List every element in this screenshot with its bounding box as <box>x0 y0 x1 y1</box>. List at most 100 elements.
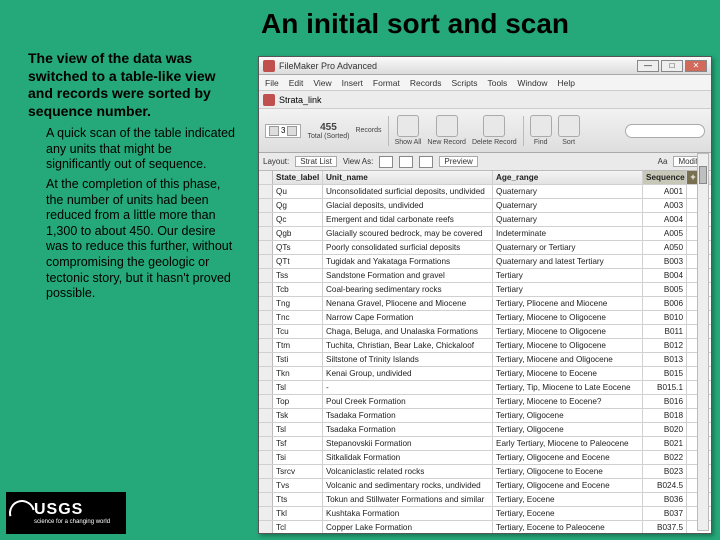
cell-sequence[interactable]: B006 <box>643 297 687 310</box>
table-row[interactable]: TslTsadaka FormationTertiary, OligoceneB… <box>259 423 711 437</box>
cell-age[interactable]: Tertiary, Oligocene and Eocene <box>493 479 643 492</box>
cell-age[interactable]: Tertiary, Miocene to Oligocene <box>493 339 643 352</box>
cell-age[interactable]: Tertiary <box>493 283 643 296</box>
cell-unit[interactable]: Kushtaka Formation <box>323 507 493 520</box>
table-row[interactable]: QgGlacial deposits, undividedQuaternaryA… <box>259 199 711 213</box>
view-list-button[interactable] <box>399 156 413 168</box>
document-tab[interactable]: Strata_link <box>279 95 322 105</box>
table-row[interactable]: TtsTokun and Stillwater Formations and s… <box>259 493 711 507</box>
cell-age[interactable]: Quaternary or Tertiary <box>493 241 643 254</box>
row-handle[interactable] <box>259 325 273 338</box>
text-toggle[interactable]: Aa <box>658 157 668 166</box>
cell-sequence[interactable]: B036 <box>643 493 687 506</box>
cell-unit[interactable]: Volcaniclastic related rocks <box>323 465 493 478</box>
cell-unit[interactable]: Volcanic and sedimentary rocks, undivide… <box>323 479 493 492</box>
cell-sequence[interactable]: A005 <box>643 227 687 240</box>
table-row[interactable]: QcEmergent and tidal carbonate reefsQuat… <box>259 213 711 227</box>
cell-unit[interactable]: Tuchita, Christian, Bear Lake, Chickaloo… <box>323 339 493 352</box>
cell-state[interactable]: Tsrcv <box>273 465 323 478</box>
row-handle[interactable] <box>259 437 273 450</box>
cell-state[interactable]: Ttm <box>273 339 323 352</box>
row-handle[interactable] <box>259 465 273 478</box>
menu-window[interactable]: Window <box>517 78 547 88</box>
vertical-scrollbar[interactable] <box>697 153 709 531</box>
cell-sequence[interactable]: B023 <box>643 465 687 478</box>
cell-state[interactable]: Qg <box>273 199 323 212</box>
table-row[interactable]: QgbGlacially scoured bedrock, may be cov… <box>259 227 711 241</box>
close-button[interactable]: ✕ <box>685 60 707 72</box>
cell-state[interactable]: Qu <box>273 185 323 198</box>
cell-unit[interactable]: Poul Creek Formation <box>323 395 493 408</box>
cell-age[interactable]: Quaternary <box>493 213 643 226</box>
scrollbar-thumb[interactable] <box>699 166 707 184</box>
cell-unit[interactable]: Kenai Group, undivided <box>323 367 493 380</box>
row-handle[interactable] <box>259 311 273 324</box>
cell-state[interactable]: Qgb <box>273 227 323 240</box>
table-row[interactable]: TvsVolcanic and sedimentary rocks, undiv… <box>259 479 711 493</box>
row-handle[interactable] <box>259 381 273 394</box>
table-row[interactable]: TknKenai Group, undividedTertiary, Mioce… <box>259 367 711 381</box>
cell-state[interactable]: Tcu <box>273 325 323 338</box>
row-handle[interactable] <box>259 409 273 422</box>
row-handle[interactable] <box>259 493 273 506</box>
cell-sequence[interactable]: B004 <box>643 269 687 282</box>
table-row[interactable]: TcbCoal-bearing sedimentary rocksTertiar… <box>259 283 711 297</box>
cell-age[interactable]: Tertiary, Eocene <box>493 493 643 506</box>
row-handle[interactable] <box>259 507 273 520</box>
cell-sequence[interactable]: B012 <box>643 339 687 352</box>
cell-sequence[interactable]: B003 <box>643 255 687 268</box>
row-handle[interactable] <box>259 451 273 464</box>
col-age[interactable]: Age_range <box>493 171 643 184</box>
row-handle[interactable] <box>259 423 273 436</box>
cell-unit[interactable]: - <box>323 381 493 394</box>
row-handle[interactable] <box>259 255 273 268</box>
row-handle[interactable] <box>259 395 273 408</box>
search-input[interactable] <box>625 124 705 138</box>
cell-age[interactable]: Tertiary <box>493 269 643 282</box>
cell-unit[interactable]: Coal-bearing sedimentary rocks <box>323 283 493 296</box>
window-titlebar[interactable]: FileMaker Pro Advanced — □ ✕ <box>259 57 711 75</box>
table-row[interactable]: TclCopper Lake FormationTertiary, Eocene… <box>259 521 711 533</box>
cell-age[interactable]: Tertiary, Oligocene to Eocene <box>493 465 643 478</box>
cell-age[interactable]: Quaternary and latest Tertiary <box>493 255 643 268</box>
cell-state[interactable]: Tsf <box>273 437 323 450</box>
cell-unit[interactable]: Tugidak and Yakataga Formations <box>323 255 493 268</box>
row-handle[interactable] <box>259 521 273 533</box>
cell-state[interactable]: Tnc <box>273 311 323 324</box>
find-icon[interactable] <box>530 115 552 137</box>
cell-sequence[interactable]: B037.5 <box>643 521 687 533</box>
prev-record-icon[interactable] <box>269 126 279 136</box>
row-handle[interactable] <box>259 353 273 366</box>
cell-age[interactable]: Tertiary, Miocene to Oligocene <box>493 311 643 324</box>
menu-format[interactable]: Format <box>373 78 400 88</box>
cell-unit[interactable]: Copper Lake Formation <box>323 521 493 533</box>
cell-sequence[interactable]: A003 <box>643 199 687 212</box>
cell-state[interactable]: Top <box>273 395 323 408</box>
sort-icon[interactable] <box>558 115 580 137</box>
cell-age[interactable]: Tertiary, Oligocene <box>493 409 643 422</box>
cell-unit[interactable]: Chaga, Beluga, and Unalaska Formations <box>323 325 493 338</box>
cell-sequence[interactable]: A050 <box>643 241 687 254</box>
next-record-icon[interactable] <box>287 126 297 136</box>
cell-age[interactable]: Tertiary, Pliocene and Miocene <box>493 297 643 310</box>
cell-state[interactable]: Tsl <box>273 381 323 394</box>
cell-sequence[interactable]: B015 <box>643 367 687 380</box>
row-handle[interactable] <box>259 367 273 380</box>
col-unit[interactable]: Unit_name <box>323 171 493 184</box>
menu-help[interactable]: Help <box>558 78 575 88</box>
cell-state[interactable]: Tvs <box>273 479 323 492</box>
col-state[interactable]: State_label <box>273 171 323 184</box>
row-handle[interactable] <box>259 213 273 226</box>
menu-view[interactable]: View <box>313 78 331 88</box>
table-row[interactable]: QuUnconsolidated surficial deposits, und… <box>259 185 711 199</box>
cell-state[interactable]: Tsk <box>273 409 323 422</box>
cell-state[interactable]: QTt <box>273 255 323 268</box>
layout-selector[interactable]: Strat List <box>295 156 337 167</box>
cell-sequence[interactable]: B037 <box>643 507 687 520</box>
table-row[interactable]: TsiSitkalidak FormationTertiary, Oligoce… <box>259 451 711 465</box>
cell-state[interactable]: Tts <box>273 493 323 506</box>
menu-file[interactable]: File <box>265 78 279 88</box>
cell-sequence[interactable]: A001 <box>643 185 687 198</box>
cell-state[interactable]: Tss <box>273 269 323 282</box>
cell-sequence[interactable]: B015.1 <box>643 381 687 394</box>
